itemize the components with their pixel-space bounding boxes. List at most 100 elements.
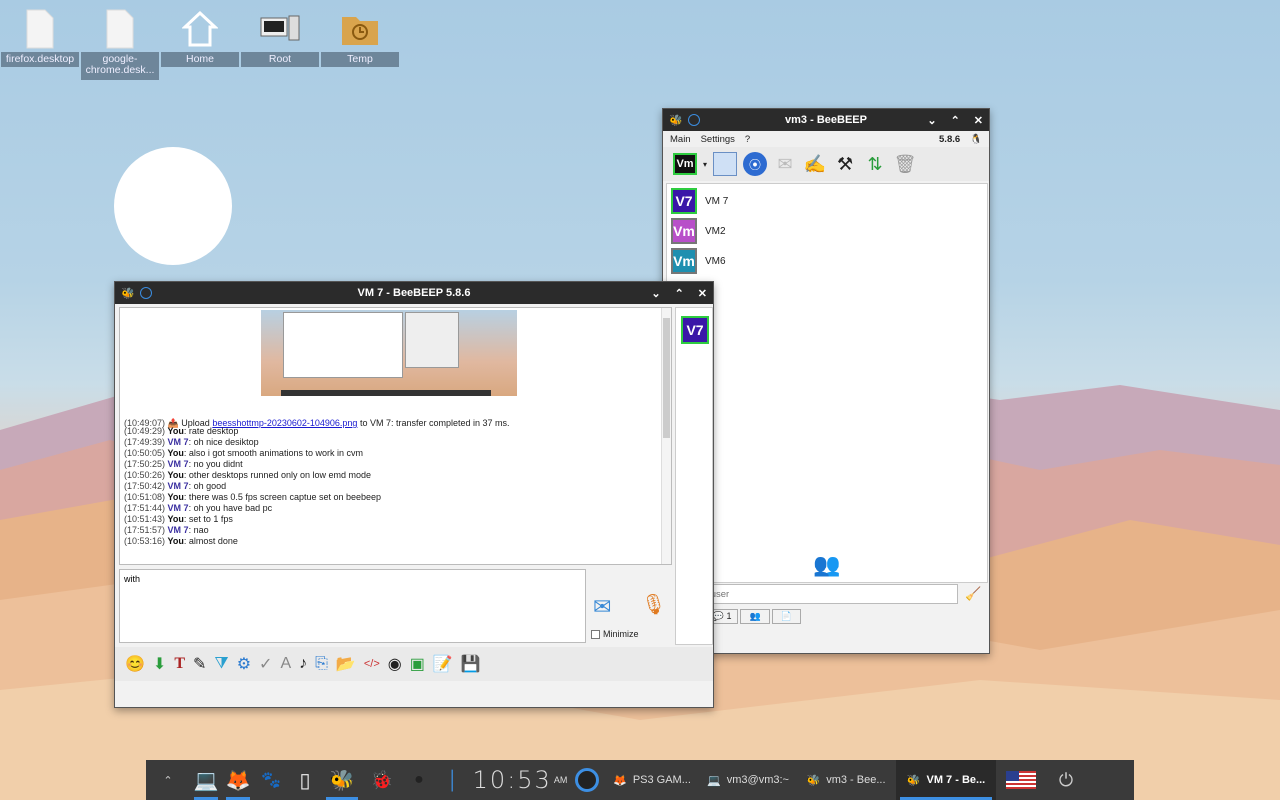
message-sender: VM 7 — [167, 481, 189, 491]
taskbar-up-arrow-icon[interactable]: ⌃ — [146, 760, 190, 800]
taskbar-button-ps3[interactable]: 🦊 PS3 GAM... — [604, 760, 700, 800]
maximize-icon[interactable]: ⌃ — [675, 287, 684, 300]
maximize-icon[interactable]: ⌃ — [951, 114, 960, 127]
message-sender: VM 7 — [167, 437, 189, 447]
beebeep-launcher-icon[interactable]: 🐝 — [322, 760, 362, 800]
chat-message: (10:53:16) You: almost done — [124, 536, 381, 547]
font-icon[interactable]: T — [174, 655, 185, 673]
chevron-down-icon[interactable]: ⌄ — [651, 287, 660, 300]
desktop-icon-label: Root — [241, 52, 319, 67]
scrollbar-thumb[interactable] — [663, 318, 670, 438]
minimize-option[interactable]: Minimize — [591, 629, 639, 639]
taskbar-button-terminal[interactable]: 💻 vm3@vm3:~ — [700, 760, 796, 800]
desktop-icon-firefox[interactable]: firefox.desktop — [1, 6, 79, 72]
message-text: : nao — [188, 525, 209, 535]
settings-icon[interactable]: ⚙ — [237, 654, 251, 674]
minimize-checkbox[interactable] — [591, 629, 600, 639]
camera-icon[interactable]: ◉ — [388, 654, 402, 674]
user-name: VM6 — [705, 255, 726, 267]
menu-help[interactable]: ? — [745, 134, 750, 145]
thermometer-icon: │ — [447, 769, 459, 790]
message-sender: You — [167, 448, 184, 458]
emoji-icon[interactable]: 😊 — [125, 654, 145, 674]
keyboard-layout-us-flag-icon[interactable] — [996, 760, 1046, 800]
screenshot-thumbnail[interactable] — [261, 310, 517, 396]
filter-icon[interactable]: ⧩ — [214, 655, 228, 673]
notes-icon[interactable]: 📝 — [433, 654, 453, 674]
terminal-icon: 💻 — [707, 774, 721, 787]
close-icon[interactable]: ✕ — [698, 287, 707, 300]
write-message-icon[interactable]: ✍ — [803, 152, 827, 176]
message-time: (17:51:44) — [124, 503, 166, 513]
save-icon[interactable]: 💾 — [461, 654, 481, 674]
power-icon[interactable]: ⏻ — [1046, 760, 1086, 800]
color-icon[interactable]: ✎ — [193, 654, 206, 674]
desktop-icon-root[interactable]: Root — [241, 6, 319, 72]
clock-ampm: AM — [553, 775, 568, 785]
microphone-icon[interactable]: 🎙 — [641, 592, 666, 617]
user-item-vm6[interactable]: Vm VM6 — [671, 248, 726, 274]
message-time: (10:49:29) — [124, 426, 166, 436]
download-icon[interactable]: ⬇ — [153, 654, 166, 674]
upload-icon[interactable]: ⇅ — [863, 152, 887, 176]
tools-icon[interactable]: ⚒ — [833, 152, 857, 176]
main-window-titlebar[interactable]: 🐝 vm3 - BeeBEEP ⌄ ⌃ ✕ — [663, 109, 989, 131]
search-user-input[interactable] — [671, 584, 958, 604]
user-item-vm7[interactable]: V7 VM 7 — [671, 188, 728, 214]
save-chat-icon[interactable]: ⎘ — [315, 655, 328, 673]
message-list: (10:49:29) You: rate desktop (17:49:39) V… — [124, 426, 381, 547]
menu-main[interactable]: Main — [670, 134, 691, 145]
chat-message: (10:51:43) You: set to 1 fps — [124, 514, 381, 525]
chat-scrollbar[interactable] — [661, 308, 671, 564]
linux-icon: 🐧 — [970, 133, 982, 145]
message-icon[interactable]: ✉ — [773, 152, 797, 176]
desktop-icon-chrome[interactable]: google-chrome.desk... — [81, 6, 159, 84]
taskbar-button-vm3-beebeep[interactable]: 🐝 vm3 - Bee... — [796, 760, 896, 800]
computer-launcher-icon[interactable]: 🐾 — [254, 760, 288, 800]
edit-profile-icon[interactable] — [713, 152, 738, 176]
dictionary-icon[interactable]: A — [280, 655, 291, 673]
send-message-icon[interactable]: ✉ — [593, 594, 611, 620]
desktop-icon-temp[interactable]: Temp — [321, 6, 399, 72]
network-icon[interactable]: ⦿ — [743, 152, 768, 176]
send-folder-icon[interactable]: 📂 — [336, 654, 356, 674]
tab-files[interactable]: 📄 — [771, 609, 801, 624]
bug-launcher-icon[interactable]: 🐞 — [362, 760, 402, 800]
chevron-down-icon[interactable]: ⌄ — [927, 114, 936, 127]
note-icon[interactable]: ♪ — [299, 655, 307, 673]
user-list: V7 VM 7 Vm VM2 Vm VM6 👥 — [666, 183, 988, 583]
chat-message: (17:50:42) VM 7: oh good — [124, 481, 381, 492]
tab-groups[interactable]: 👥 — [740, 609, 770, 624]
html-icon[interactable]: </> — [364, 658, 380, 670]
file-icon — [81, 6, 159, 52]
chat-window-titlebar[interactable]: 🐝 VM 7 - BeeBEEP 5.8.6 ⌄ ⌃ ✕ — [115, 282, 713, 304]
terminal-launcher-icon[interactable]: 💻 — [190, 760, 222, 800]
launcher-circle-icon[interactable] — [570, 760, 604, 800]
chat-message: (10:49:29) You: rate desktop — [124, 426, 381, 437]
chevron-down-icon[interactable]: ▾ — [703, 160, 707, 169]
desktop-icon-label: google-chrome.desk... — [81, 52, 159, 80]
clock[interactable]: 10:53 AM — [470, 760, 570, 800]
status-vm-button[interactable]: Vm — [673, 153, 697, 175]
spellcheck-icon[interactable]: ✓ — [259, 654, 272, 674]
message-text: : oh you have bad pc — [188, 503, 273, 513]
participant-avatar[interactable]: V7 — [681, 316, 709, 344]
minimize-label: Minimize — [603, 629, 639, 639]
beebeep-chat-window: 🐝 VM 7 - BeeBEEP 5.8.6 ⌄ ⌃ ✕ (10:49:07) 📤 … — [114, 281, 714, 708]
close-icon[interactable]: ✕ — [974, 114, 983, 127]
file-launcher-icon[interactable]: ▯ — [288, 760, 322, 800]
trash-icon[interactable]: 🗑 — [893, 152, 917, 176]
bee-icon: 🐝 — [121, 287, 135, 300]
desktop-icon-label: Home — [161, 52, 239, 67]
screenshot-icon[interactable]: ▣ — [410, 654, 425, 674]
menu-settings[interactable]: Settings — [701, 134, 735, 145]
desktop-icon-home[interactable]: Home — [161, 6, 239, 72]
clear-search-icon[interactable]: 🧹 — [965, 586, 981, 602]
user-item-vm2[interactable]: Vm VM2 — [671, 218, 726, 244]
message-input[interactable]: with — [119, 569, 586, 643]
lightbulb-icon[interactable]: ● — [402, 760, 436, 800]
main-toolbar: Vm ▾ ⦿ ✉ ✍ ⚒ ⇅ 🗑 — [663, 147, 989, 181]
avatar: Vm — [671, 248, 697, 274]
taskbar-button-vm7-beebeep[interactable]: 🐝 VM 7 - Be... — [896, 760, 996, 800]
firefox-launcher-icon[interactable]: 🦊 — [222, 760, 254, 800]
